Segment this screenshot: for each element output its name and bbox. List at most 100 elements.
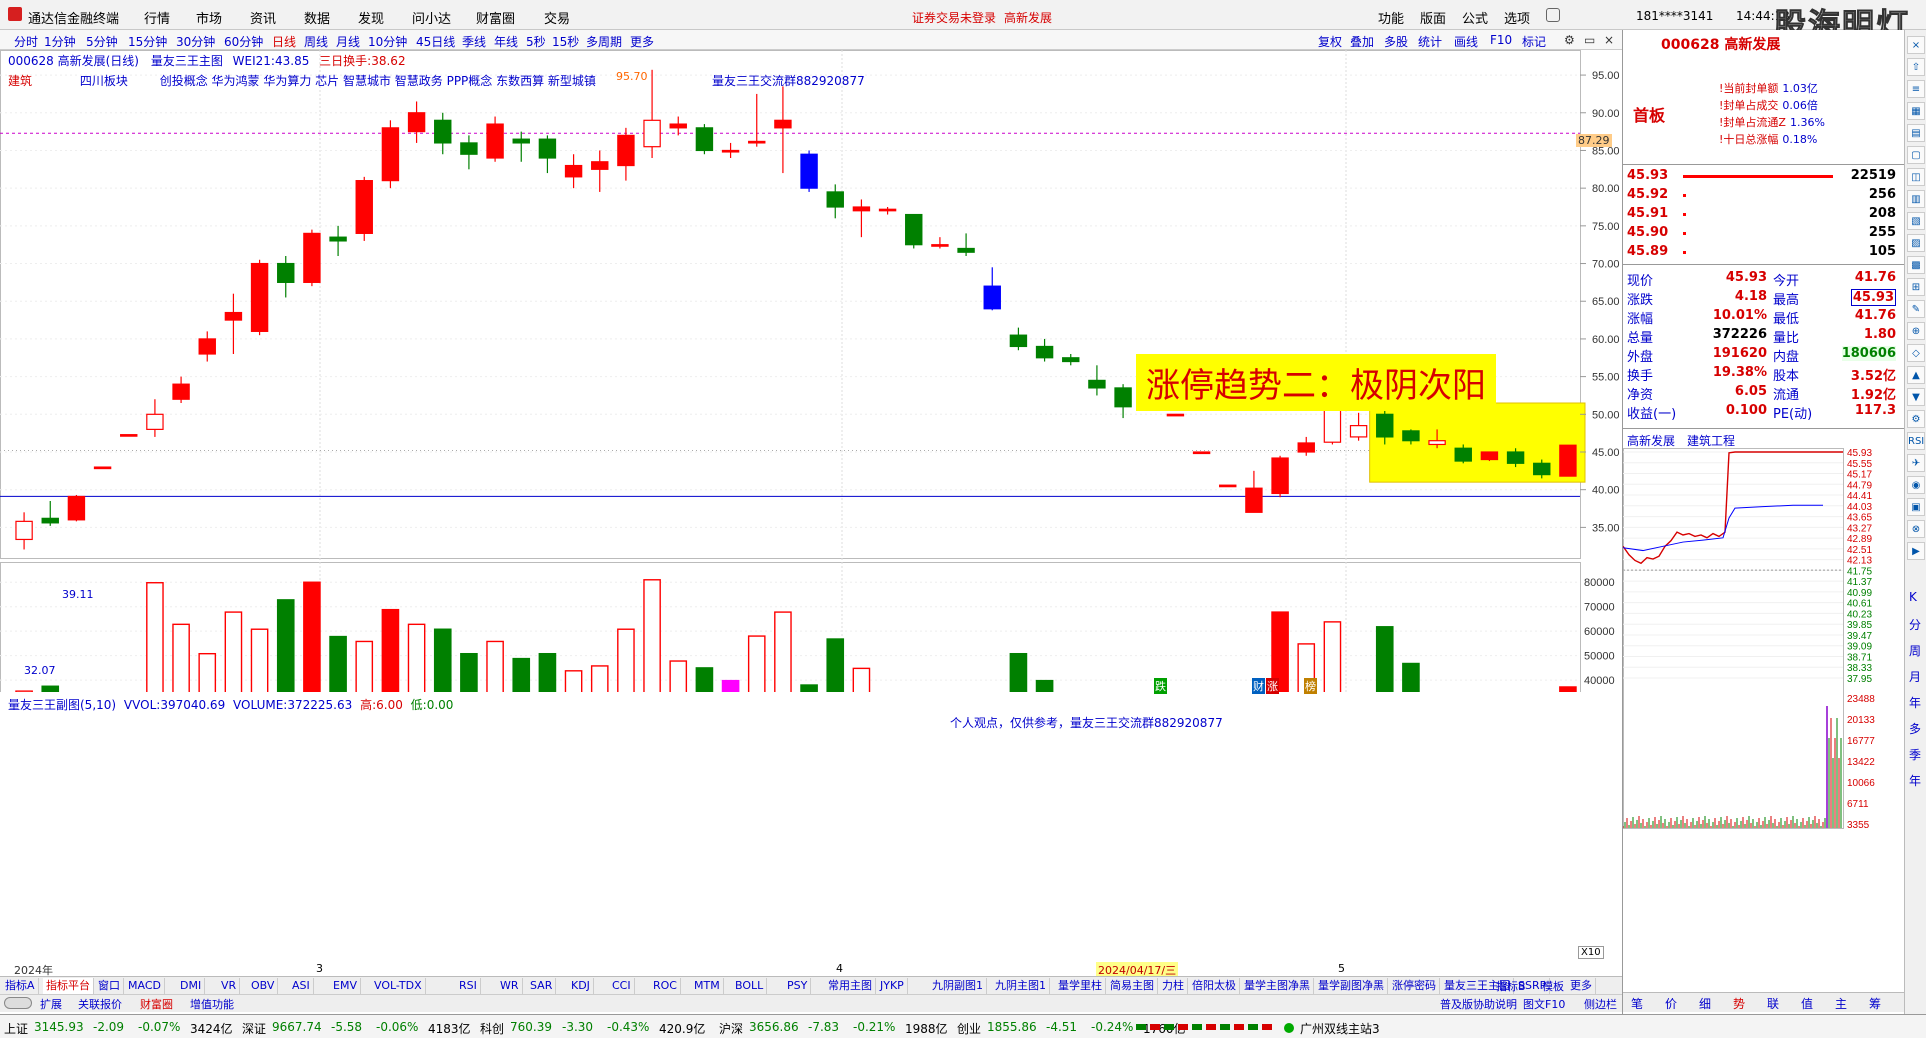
stock-notice[interactable]: 高新发展: [1004, 9, 1052, 26]
chart-code-name[interactable]: 000628 高新发展(日线): [8, 54, 139, 68]
indicator-tab[interactable]: 常用主图: [825, 978, 876, 994]
period-60min[interactable]: 60分钟: [224, 33, 263, 50]
sidebar-tool-icon[interactable]: ▢: [1907, 146, 1925, 164]
period-1min[interactable]: 1分钟: [44, 33, 76, 50]
menu-caifuquan[interactable]: 财富圈: [476, 8, 515, 27]
indicator-tab[interactable]: PSY: [784, 978, 812, 994]
menu-shuju[interactable]: 数据: [304, 8, 330, 27]
indicator-tab[interactable]: 力柱: [1159, 978, 1188, 994]
sidebar-tool-icon[interactable]: ⊗: [1907, 520, 1925, 538]
sidebar-period-item[interactable]: 多: [1909, 720, 1921, 737]
tag-industry[interactable]: 建筑: [8, 74, 32, 88]
menu-zixun[interactable]: 资讯: [250, 8, 276, 27]
tag-region[interactable]: 四川板块: [80, 74, 128, 88]
sidebar-tool-icon[interactable]: ▩: [1907, 256, 1925, 274]
sidebar-tool-icon[interactable]: ▼: [1907, 388, 1925, 406]
index-name[interactable]: 沪深: [719, 1020, 743, 1037]
indicator-tab[interactable]: CCI: [609, 978, 635, 994]
template-tab[interactable]: 模板: [1542, 978, 1564, 994]
period-weekly[interactable]: 周线: [304, 33, 328, 50]
period-daily[interactable]: 日线: [272, 33, 296, 50]
help-tab[interactable]: 侧边栏: [1584, 996, 1617, 1012]
sidebar-tool-icon[interactable]: ◉: [1907, 476, 1925, 494]
sidebar-tool-icon[interactable]: ⇧: [1907, 58, 1925, 76]
indicator-tab[interactable]: MACD: [125, 978, 165, 994]
indicator-tab[interactable]: 倍阳太极: [1189, 978, 1240, 994]
sub-indicator-name[interactable]: 量友三王副图(5,10): [8, 698, 116, 712]
sidebar-period-item[interactable]: 年: [1909, 694, 1921, 711]
period-10min[interactable]: 10分钟: [368, 33, 407, 50]
index-name[interactable]: 科创: [480, 1020, 504, 1037]
menu-wenxiaoda[interactable]: 问小达: [412, 8, 451, 27]
indicator-tab[interactable]: SAR: [527, 978, 557, 994]
sidebar-tool-icon[interactable]: ×: [1907, 36, 1925, 54]
tag-concepts[interactable]: 创投概念 华为鸿蒙 华为算力 芯片 智慧城市 智慧政务 PPP概念 东数西算 新…: [160, 74, 596, 88]
window-icon[interactable]: ▭: [1584, 33, 1595, 47]
indicator-tab[interactable]: 指标A: [2, 978, 39, 994]
help-tab[interactable]: 图文F10: [1523, 996, 1565, 1012]
tool-biaoji[interactable]: 标记: [1522, 33, 1546, 50]
menu-shichang[interactable]: 市场: [196, 8, 222, 27]
indicator-tab[interactable]: VOL-TDX: [371, 978, 426, 994]
mini-chart-name[interactable]: 高新发展: [1627, 432, 1675, 449]
period-15sec[interactable]: 15秒: [552, 33, 579, 50]
menu-jiaoyi[interactable]: 交易: [544, 8, 570, 27]
period-fenshi[interactable]: 分时: [14, 33, 38, 50]
menu-gongneng[interactable]: 功能: [1378, 8, 1404, 27]
indicator-tab[interactable]: ASI: [289, 978, 314, 994]
tool-duogu[interactable]: 多股: [1384, 33, 1408, 50]
panel-tab[interactable]: 联: [1767, 995, 1779, 1012]
chart-indicator-name[interactable]: 量友三王主图: [151, 54, 223, 68]
indicator-tab[interactable]: 量学副图净黑: [1315, 978, 1388, 994]
indicator-tab[interactable]: 九阴副图1: [929, 978, 987, 994]
panel-tab[interactable]: 值: [1801, 995, 1813, 1012]
event-tag-bang[interactable]: 榜: [1304, 678, 1317, 694]
intraday-chart[interactable]: 45.9345.5545.1744.7944.4144.0343.6543.27…: [1623, 448, 1905, 1010]
panel-tab[interactable]: 细: [1699, 995, 1711, 1012]
indicator-tab[interactable]: MTM: [691, 978, 724, 994]
indicator-tab[interactable]: ROC: [650, 978, 681, 994]
menu-gongshi[interactable]: 公式: [1462, 8, 1488, 27]
sidebar-tool-icon[interactable]: ≡: [1907, 80, 1925, 98]
sidebar-tool-icon[interactable]: ▤: [1907, 124, 1925, 142]
indicator-tab[interactable]: OBV: [248, 978, 279, 994]
indicator-tab[interactable]: 更多: [1567, 978, 1596, 994]
period-15min[interactable]: 15分钟: [128, 33, 167, 50]
notification-icon[interactable]: [1546, 8, 1560, 22]
login-notice[interactable]: 证券交易未登录: [912, 9, 996, 26]
indicator-tab[interactable]: 量学主图净黑: [1241, 978, 1314, 994]
period-45day[interactable]: 45日线: [416, 33, 455, 50]
sidebar-tool-icon[interactable]: ⚙: [1907, 410, 1925, 428]
sidebar-period-item[interactable]: 年: [1909, 772, 1921, 789]
period-30min[interactable]: 30分钟: [176, 33, 215, 50]
menu-hangqing[interactable]: 行情: [144, 8, 170, 27]
indicator-tab[interactable]: KDJ: [568, 978, 594, 994]
sidebar-period-item[interactable]: 月: [1909, 668, 1921, 685]
sidebar-tool-icon[interactable]: ◫: [1907, 168, 1925, 186]
extension-tab[interactable]: 扩展: [40, 996, 62, 1012]
sidebar-tool-icon[interactable]: ▣: [1907, 498, 1925, 516]
indicator-tab[interactable]: 涨停密码: [1389, 978, 1440, 994]
index-name[interactable]: 深证: [242, 1020, 266, 1037]
user-id[interactable]: 181****3141: [1636, 9, 1713, 23]
panel-tab[interactable]: 筹: [1869, 995, 1881, 1012]
sidebar-tool-icon[interactable]: ▦: [1907, 102, 1925, 120]
extension-tab[interactable]: 关联报价: [78, 996, 122, 1012]
event-tag-die[interactable]: 跌: [1154, 678, 1167, 694]
indicator-tab[interactable]: 九阴主图1: [992, 978, 1050, 994]
menu-faxian[interactable]: 发现: [358, 8, 384, 27]
sidebar-period-item[interactable]: 季: [1909, 746, 1921, 763]
sidebar-tool-icon[interactable]: RSI: [1907, 432, 1925, 450]
sidebar-tool-icon[interactable]: ▥: [1907, 190, 1925, 208]
settings-icon[interactable]: ⚙: [1564, 33, 1575, 47]
sidebar-period-item[interactable]: K: [1909, 590, 1917, 604]
sidebar-tool-icon[interactable]: ⊞: [1907, 278, 1925, 296]
indicator-b-tab[interactable]: 指标B: [1496, 978, 1526, 994]
event-tag-cai[interactable]: 财: [1252, 678, 1265, 694]
indicator-tab[interactable]: 窗口: [95, 978, 124, 994]
index-name[interactable]: 上证: [4, 1020, 28, 1037]
period-monthly[interactable]: 月线: [336, 33, 360, 50]
tool-f10[interactable]: F10: [1490, 33, 1512, 47]
server-name[interactable]: 广州双线主站3: [1300, 1020, 1380, 1037]
panel-tab[interactable]: 主: [1835, 995, 1847, 1012]
